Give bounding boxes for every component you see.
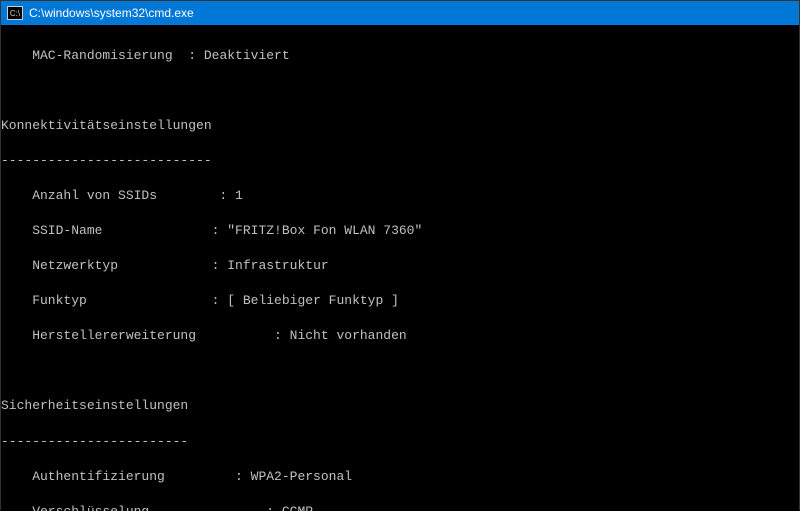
output-line: Anzahl von SSIDs : 1 xyxy=(1,187,799,205)
output-line: Netzwerktyp : Infrastruktur xyxy=(1,257,799,275)
vendor-ext-value: Nicht vorhanden xyxy=(290,328,407,343)
section-separator: ------------------------ xyxy=(1,433,799,451)
auth-value: WPA2-Personal xyxy=(251,469,352,484)
output-line: Authentifizierung : WPA2-Personal xyxy=(1,468,799,486)
output-line: Funktyp : [ Beliebiger Funktyp ] xyxy=(1,292,799,310)
ssid-name-value: "FRITZ!Box Fon WLAN 7360" xyxy=(227,223,422,238)
section-header-security: Sicherheitseinstellungen xyxy=(1,397,799,415)
blank-line xyxy=(1,82,799,100)
output-line: MAC-Randomisierung : Deaktiviert xyxy=(1,47,799,65)
ssid-count-value: 1 xyxy=(235,188,243,203)
section-header-connectivity: Konnektivitätseinstellungen xyxy=(1,117,799,135)
terminal-output[interactable]: MAC-Randomisierung : Deaktiviert Konnekt… xyxy=(1,25,799,511)
network-type-value: Infrastruktur xyxy=(227,258,328,273)
cmd-icon: C:\ xyxy=(7,6,23,20)
radio-type-value: [ Beliebiger Funktyp ] xyxy=(227,293,399,308)
section-separator: --------------------------- xyxy=(1,152,799,170)
titlebar[interactable]: C:\ C:\windows\system32\cmd.exe xyxy=(1,1,799,25)
output-line: Herstellererweiterung : Nicht vorhanden xyxy=(1,327,799,345)
mac-randomization-value: Deaktiviert xyxy=(204,48,290,63)
blank-line xyxy=(1,362,799,380)
output-line: SSID-Name : "FRITZ!Box Fon WLAN 7360" xyxy=(1,222,799,240)
window-title: C:\windows\system32\cmd.exe xyxy=(29,6,194,20)
